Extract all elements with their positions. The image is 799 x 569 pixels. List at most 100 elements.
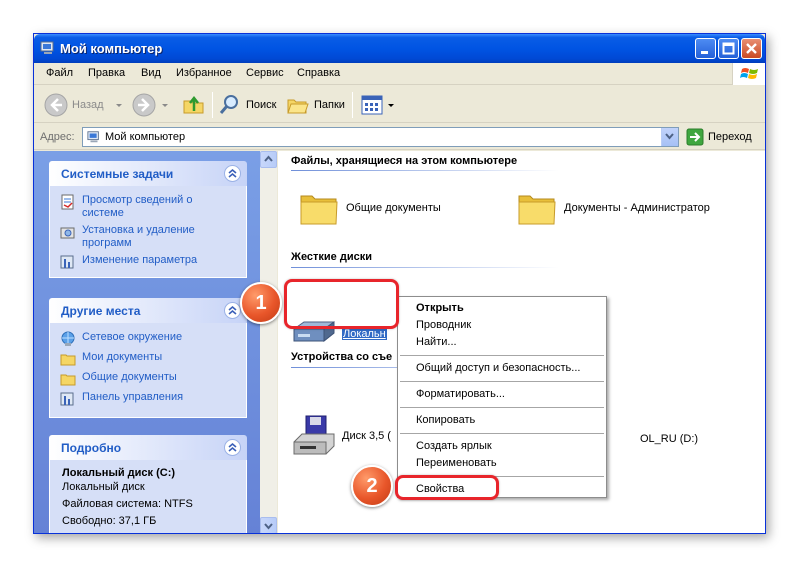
menu-edit[interactable]: Правка <box>88 67 125 79</box>
go-label: Переход <box>708 131 752 143</box>
address-label: Адрес: <box>40 131 75 143</box>
floppy-drive-label: Диск 3,5 ( <box>342 430 391 442</box>
folder-up-icon <box>183 95 204 114</box>
menu-file[interactable]: Файл <box>46 67 73 79</box>
menu-favorites[interactable]: Избранное <box>176 67 232 79</box>
details-header[interactable]: Подробно <box>49 435 247 460</box>
chevron-down-icon <box>115 104 122 107</box>
admin-documents-label: Документы - Администратор <box>564 202 710 214</box>
other-places-header[interactable]: Другие места <box>49 298 247 323</box>
maximize-button[interactable] <box>718 38 739 59</box>
admin-documents-folder[interactable]: Документы - Администратор <box>516 188 710 228</box>
close-button[interactable] <box>741 38 762 59</box>
folders-icon <box>287 99 309 114</box>
floppy-drive-a[interactable]: Диск 3,5 ( <box>292 414 391 458</box>
menu-tools[interactable]: Сервис <box>246 67 284 79</box>
task-pane-scrollbar[interactable] <box>260 151 277 533</box>
shared-documents-folder[interactable]: Общие документы <box>298 188 441 228</box>
files-group-title: Файлы, хранящиеся на этом компьютере <box>291 155 518 167</box>
group-divider <box>291 267 559 268</box>
details-body: Локальный диск (C:) Локальный диск Файло… <box>49 460 247 533</box>
context-menu: Открыть Проводник Найти... Общий доступ … <box>397 296 607 498</box>
double-chevron-up-icon <box>228 442 237 452</box>
chevron-up-icon <box>264 155 273 162</box>
task-pane: Системные задачи Просмотр сведений о сис… <box>34 151 277 533</box>
collapse-button[interactable] <box>224 165 241 182</box>
title-bar[interactable]: Мой компьютер <box>34 34 765 63</box>
maximize-icon <box>722 42 735 55</box>
place-network-label: Сетевое окружение <box>82 331 183 343</box>
collapse-button[interactable] <box>224 302 241 319</box>
place-network[interactable]: Сетевое окружение <box>60 331 232 347</box>
callout-badge-1: 1 <box>240 282 282 324</box>
my-computer-icon <box>87 131 99 143</box>
search-label: Поиск <box>246 99 277 111</box>
ctx-create-shortcut[interactable]: Создать ярлык <box>416 440 492 452</box>
folder-icon <box>60 374 76 386</box>
back-button[interactable]: Назад <box>44 91 124 119</box>
menu-help[interactable]: Справка <box>297 67 340 79</box>
local-disk-label: Локальн <box>342 328 387 340</box>
go-arrow-icon <box>686 128 704 146</box>
up-folder-button[interactable] <box>182 91 206 119</box>
window-title: Мой компьютер <box>60 41 163 56</box>
place-my-documents[interactable]: Мои документы <box>60 351 232 367</box>
double-chevron-up-icon <box>228 168 237 178</box>
address-bar: Адрес: Мой компьютер Переход <box>34 124 765 150</box>
menu-view[interactable]: Вид <box>141 67 161 79</box>
toolbar-separator <box>352 92 353 118</box>
menu-separator <box>400 355 604 356</box>
other-places-panel: Другие места Сетевое окружение Мои докум… <box>49 298 247 418</box>
ctx-sharing-security[interactable]: Общий доступ и безопасность... <box>416 362 580 374</box>
system-tasks-header[interactable]: Системные задачи <box>49 161 247 186</box>
highlight-properties <box>395 475 499 500</box>
ctx-open[interactable]: Открыть <box>416 302 464 314</box>
task-change-setting-label: Изменение параметра <box>82 254 198 266</box>
ctx-format[interactable]: Форматировать... <box>416 388 505 400</box>
toolbar: Назад Поиск Папки <box>34 86 765 123</box>
minimize-button[interactable] <box>695 38 716 59</box>
shared-documents-label: Общие документы <box>346 202 441 214</box>
callout-number-2: 2 <box>366 475 378 497</box>
other-places-title: Другие места <box>61 304 141 318</box>
place-control-panel-label: Панель управления <box>82 391 184 403</box>
forward-arrow-icon <box>132 93 156 117</box>
search-icon <box>219 95 238 114</box>
scroll-down-button[interactable] <box>260 517 277 533</box>
back-arrow-icon <box>44 93 68 117</box>
task-change-setting[interactable]: Изменение параметра <box>60 254 232 270</box>
ctx-find[interactable]: Найти... <box>416 336 457 348</box>
details-type: Локальный диск <box>62 481 145 493</box>
address-input[interactable]: Мой компьютер <box>82 127 679 147</box>
toolbar-separator <box>212 92 213 118</box>
address-dropdown-button[interactable] <box>661 128 678 146</box>
place-shared-documents[interactable]: Общие документы <box>60 371 232 387</box>
folders-button[interactable]: Папки <box>286 91 345 119</box>
menu-bar: Файл Правка Вид Избранное Сервис Справка <box>34 63 765 85</box>
ctx-rename[interactable]: Переименовать <box>416 457 497 469</box>
forward-button[interactable] <box>132 91 170 119</box>
task-system-info[interactable]: Просмотр сведений о системе <box>60 194 232 220</box>
views-button[interactable] <box>360 91 396 119</box>
folder-icon <box>60 354 76 366</box>
task-add-remove-programs[interactable]: Установка и удаление программ <box>60 224 232 250</box>
folder-icon <box>518 195 556 225</box>
ctx-explorer[interactable]: Проводник <box>416 319 471 331</box>
ctx-copy[interactable]: Копировать <box>416 414 475 426</box>
cd-drive-label[interactable]: OL_RU (D:) <box>640 433 698 445</box>
network-icon <box>61 331 75 346</box>
control-panel-icon <box>60 392 74 406</box>
details-title: Подробно <box>61 441 122 455</box>
search-button[interactable]: Поиск <box>218 91 276 119</box>
collapse-button[interactable] <box>224 439 241 456</box>
place-control-panel[interactable]: Панель управления <box>60 391 232 407</box>
menu-separator <box>400 381 604 382</box>
callout-number-1: 1 <box>255 292 267 314</box>
details-filesystem: Файловая система: NTFS <box>62 498 193 510</box>
add-remove-programs-icon <box>60 227 75 239</box>
go-button[interactable]: Переход <box>686 128 752 146</box>
removable-group-title: Устройства со съе <box>291 351 393 363</box>
scroll-up-button[interactable] <box>260 151 277 168</box>
place-shared-documents-label: Общие документы <box>82 371 177 383</box>
other-places-body: Сетевое окружение Мои документы Общие до… <box>49 323 247 418</box>
